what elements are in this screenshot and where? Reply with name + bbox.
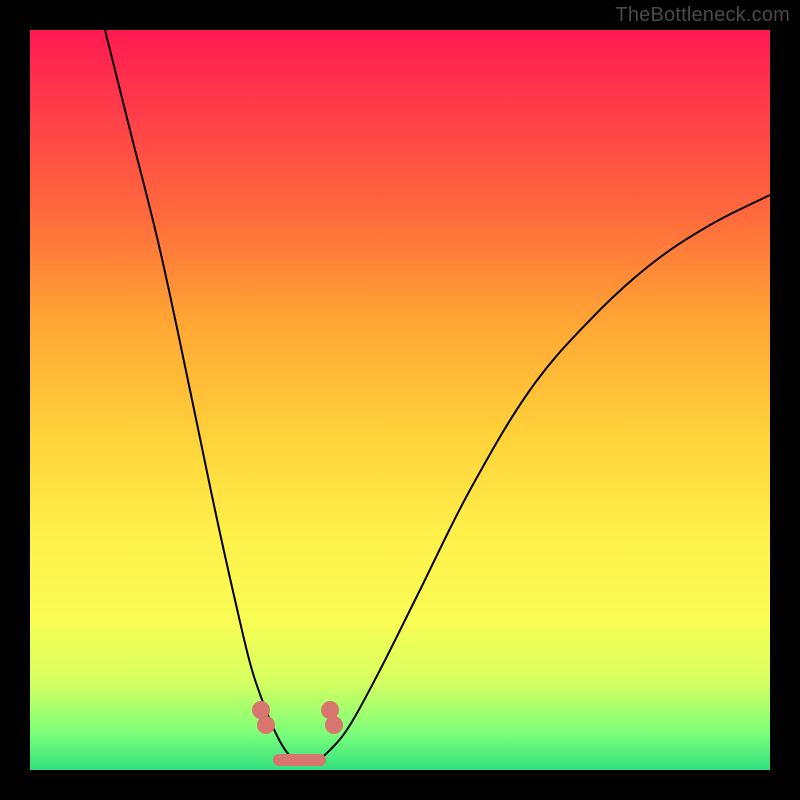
plot-gradient-area	[30, 30, 770, 770]
chart-frame: TheBottleneck.com	[0, 0, 800, 800]
marker-dot	[257, 716, 275, 734]
marker-dot	[325, 716, 343, 734]
curve-left-branch	[105, 30, 302, 765]
plot-svg	[30, 30, 770, 770]
marker-cluster	[252, 701, 343, 734]
watermark-text: TheBottleneck.com	[615, 4, 790, 27]
curve-right-branch	[302, 195, 770, 765]
